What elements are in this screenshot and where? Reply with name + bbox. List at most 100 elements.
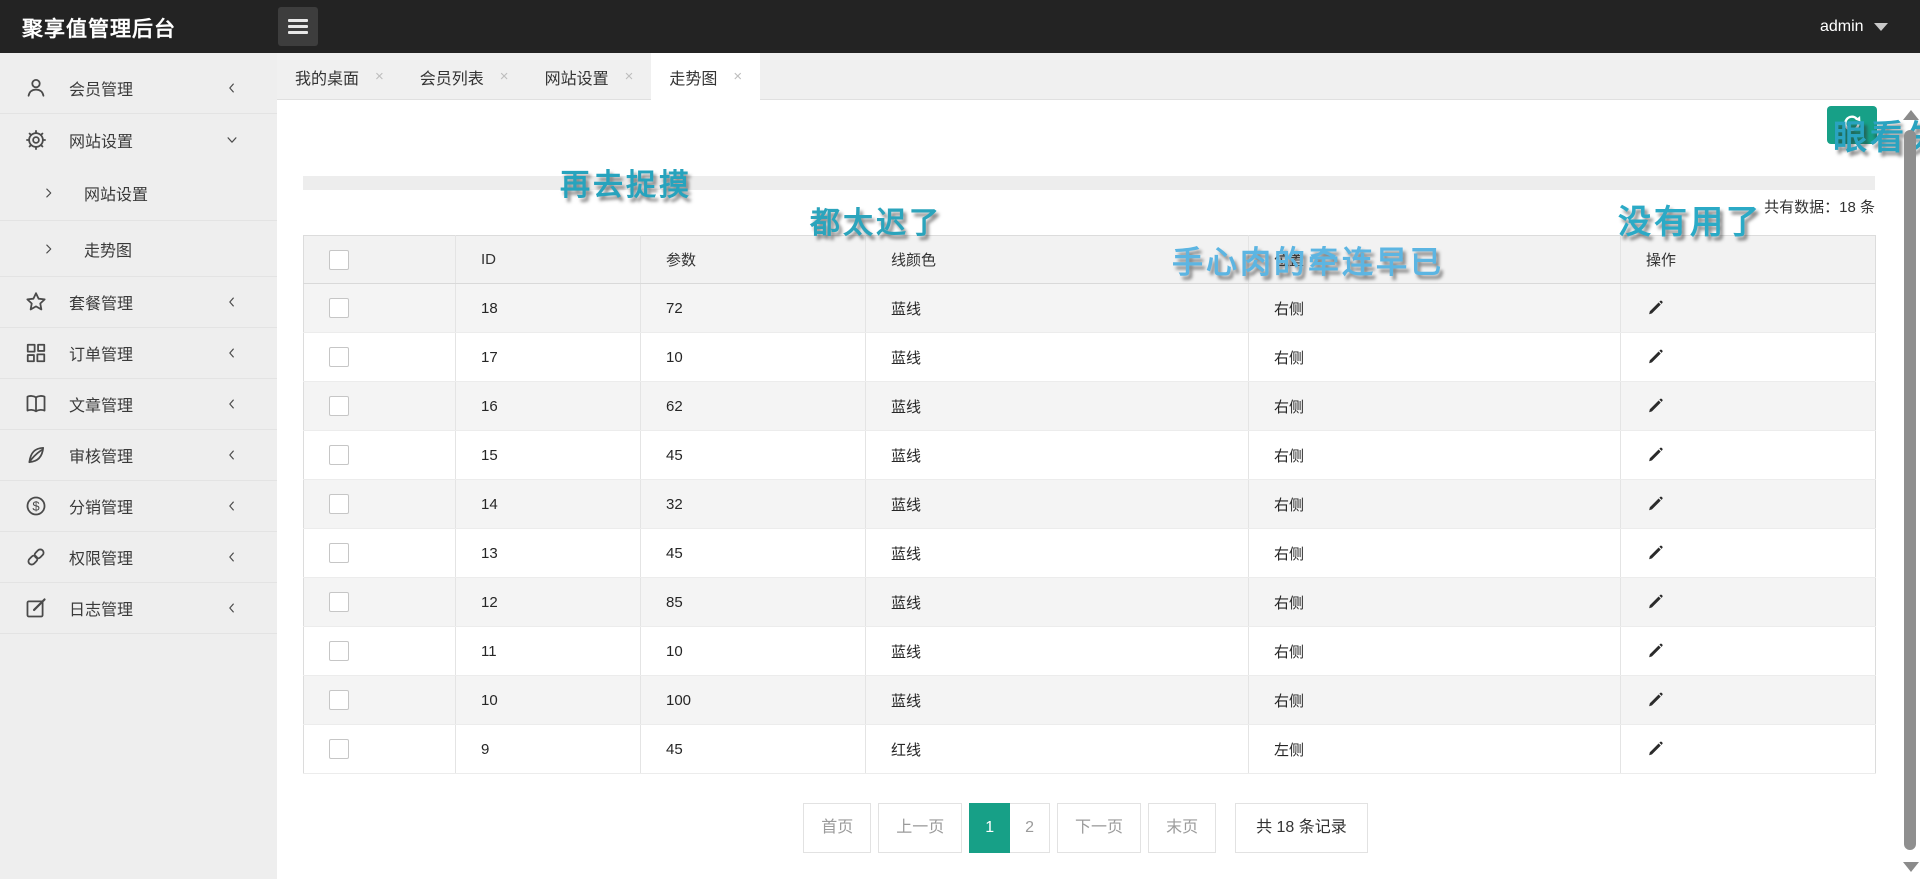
column-header-ID: ID	[456, 236, 641, 284]
sidebar-item-文章管理[interactable]: 文章管理	[0, 379, 277, 430]
select-all-checkbox[interactable]	[329, 250, 349, 270]
link-icon	[25, 546, 47, 568]
user-icon	[25, 77, 47, 99]
chevron-left-icon	[225, 346, 239, 360]
caret-down-icon	[1874, 23, 1888, 31]
sidebar-item-审核管理[interactable]: 审核管理	[0, 430, 277, 481]
scroll-up-arrow-icon[interactable]	[1903, 110, 1919, 120]
sidebar-item-订单管理[interactable]: 订单管理	[0, 328, 277, 379]
sidebar-item-分销管理[interactable]: $ 分销管理	[0, 481, 277, 532]
cell-param: 45	[641, 431, 866, 480]
chevron-left-icon	[225, 448, 239, 462]
cell-line_color: 蓝线	[866, 676, 1249, 725]
sidebar-item-sub-网站设置[interactable]: 网站设置	[0, 165, 277, 221]
cell-line_color: 蓝线	[866, 431, 1249, 480]
chevron-right-icon	[42, 242, 56, 256]
tab-走势图[interactable]: 走势图×	[651, 53, 760, 100]
row-checkbox[interactable]	[329, 690, 349, 710]
row-checkbox[interactable]	[329, 543, 349, 563]
row-checkbox[interactable]	[329, 494, 349, 514]
edit-row-button[interactable]	[1646, 642, 1875, 660]
page-button-2[interactable]: 2	[1010, 803, 1050, 853]
sidebar-item-套餐管理[interactable]: 套餐管理	[0, 277, 277, 328]
tab-我的桌面[interactable]: 我的桌面×	[277, 53, 402, 100]
tab-网站设置[interactable]: 网站设置×	[527, 53, 652, 100]
edit-row-button[interactable]	[1646, 348, 1875, 366]
sidebar-toggle-button[interactable]	[278, 7, 318, 46]
cell-id: 15	[456, 431, 641, 480]
cell-id: 18	[456, 284, 641, 333]
row-checkbox[interactable]	[329, 739, 349, 759]
edit-row-button[interactable]	[1646, 299, 1875, 317]
last-page-button[interactable]: 末页	[1148, 803, 1216, 853]
chevron-right-icon	[42, 186, 56, 200]
sidebar-item-权限管理[interactable]: 权限管理	[0, 532, 277, 583]
chevron-down-icon	[225, 133, 239, 147]
edit-row-button[interactable]	[1646, 544, 1875, 562]
row-checkbox[interactable]	[329, 347, 349, 367]
cell-line_color: 蓝线	[866, 627, 1249, 676]
cell-param: 100	[641, 676, 866, 725]
row-checkbox[interactable]	[329, 396, 349, 416]
scrollbar-thumb[interactable]	[1904, 130, 1916, 850]
scroll-down-arrow-icon[interactable]	[1903, 862, 1919, 872]
cell-line_color: 蓝线	[866, 382, 1249, 431]
edit-row-button[interactable]	[1646, 397, 1875, 415]
tab-label: 会员列表	[420, 65, 484, 89]
row-checkbox[interactable]	[329, 592, 349, 612]
table-row: 1432蓝线右侧	[304, 480, 1876, 529]
first-page-button[interactable]: 首页	[803, 803, 871, 853]
next-page-button[interactable]: 下一页	[1057, 803, 1141, 853]
close-icon[interactable]: ×	[625, 69, 634, 84]
top-bar: 聚享值管理后台 admin	[0, 0, 1920, 53]
row-checkbox[interactable]	[329, 445, 349, 465]
edit-icon	[25, 597, 47, 619]
column-header-参数: 参数	[641, 236, 866, 284]
cell-position: 右侧	[1249, 382, 1621, 431]
sidebar-item-label: 分销管理	[69, 494, 133, 518]
table-row: 1662蓝线右侧	[304, 382, 1876, 431]
svg-text:$: $	[32, 498, 40, 513]
pagination: 首页上一页12下一页末页共 18 条记录	[303, 803, 1875, 853]
star-icon	[25, 291, 47, 313]
prev-page-button[interactable]: 上一页	[878, 803, 962, 853]
cell-position: 右侧	[1249, 333, 1621, 382]
close-icon[interactable]: ×	[500, 69, 509, 84]
refresh-button[interactable]	[1827, 106, 1877, 144]
cell-line_color: 红线	[866, 725, 1249, 774]
sidebar-item-label: 网站设置	[84, 181, 148, 205]
edit-row-button[interactable]	[1646, 593, 1875, 611]
close-icon[interactable]: ×	[733, 69, 742, 84]
edit-row-button[interactable]	[1646, 691, 1875, 709]
page-button-1[interactable]: 1	[969, 803, 1010, 853]
edit-row-button[interactable]	[1646, 740, 1875, 758]
close-icon[interactable]: ×	[375, 69, 384, 84]
sidebar-item-label: 套餐管理	[69, 290, 133, 314]
tab-会员列表[interactable]: 会员列表 ×	[402, 53, 527, 100]
total-count-label: 共有数据：18 条	[303, 196, 1875, 217]
sidebar: 会员管理网站设置网站设置走势图套餐管理订单管理文章管理审核管理$分销管理权限管理…	[0, 53, 277, 879]
cell-param: 10	[641, 627, 866, 676]
table-row: 1872蓝线右侧	[304, 284, 1876, 333]
sidebar-item-会员管理[interactable]: 会员管理	[0, 63, 277, 114]
gear-icon	[25, 129, 47, 151]
refresh-icon	[1841, 113, 1863, 138]
page: 聚享值管理后台 admin 会员管理网站设置网站设置走势图套餐管理订单管理文章管…	[0, 0, 1920, 879]
cell-line_color: 蓝线	[866, 529, 1249, 578]
edit-row-button[interactable]	[1646, 446, 1875, 464]
table-row: 10100蓝线右侧	[304, 676, 1876, 725]
user-menu[interactable]: admin	[1820, 0, 1888, 53]
chevron-left-icon	[225, 295, 239, 309]
sidebar-item-网站设置[interactable]: 网站设置	[0, 114, 277, 165]
cell-id: 14	[456, 480, 641, 529]
cell-id: 13	[456, 529, 641, 578]
column-header-位置: 位置	[1249, 236, 1621, 284]
cell-position: 右侧	[1249, 431, 1621, 480]
row-checkbox[interactable]	[329, 298, 349, 318]
sidebar-item-sub-走势图[interactable]: 走势图	[0, 221, 277, 277]
edit-row-button[interactable]	[1646, 495, 1875, 513]
cell-param: 62	[641, 382, 866, 431]
sidebar-item-label: 权限管理	[69, 545, 133, 569]
sidebar-item-日志管理[interactable]: 日志管理	[0, 583, 277, 634]
row-checkbox[interactable]	[329, 641, 349, 661]
